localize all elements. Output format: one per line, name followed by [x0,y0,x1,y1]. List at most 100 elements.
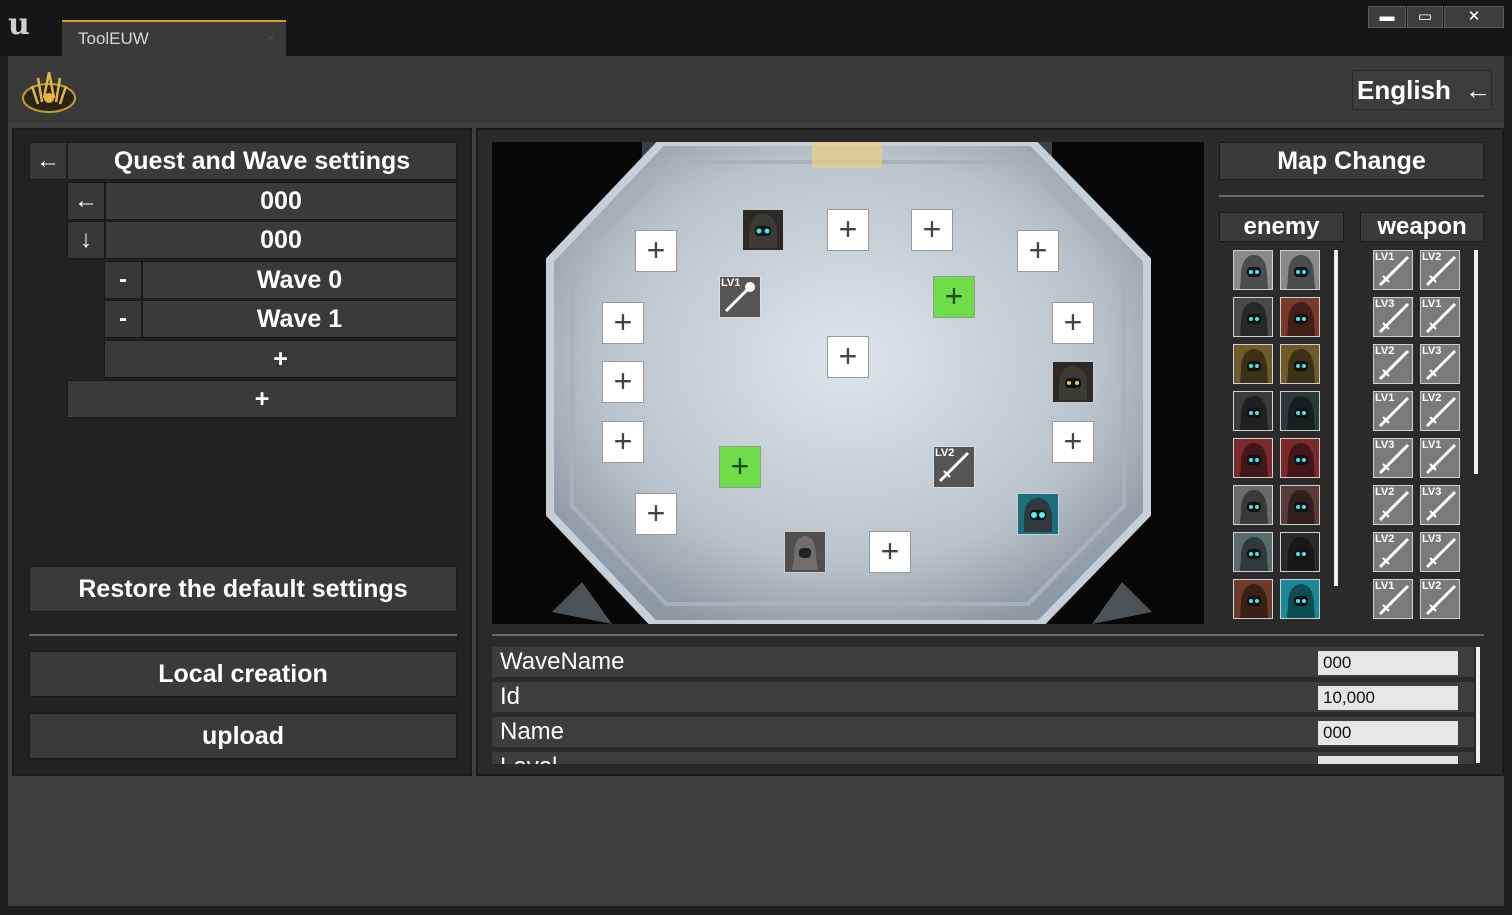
local-creation-button[interactable]: Local creation [29,651,457,697]
property-row-id: Id 10,000 [492,682,1474,712]
empty-slot[interactable]: + [827,336,869,378]
weapon-level: LV2 [1422,580,1442,592]
empty-slot[interactable]: + [635,230,677,272]
weapon-level: LV3 [1375,298,1395,310]
enemy-thumbnail[interactable] [1233,485,1273,525]
map-view[interactable]: + + + + LV1 + + + + + + + + LV2 + + [492,142,1204,624]
map-change-button[interactable]: Map Change [1219,142,1484,180]
upload-button[interactable]: upload [29,713,457,759]
hooded-enemy-icon [1287,490,1315,524]
weapon-thumbnail[interactable]: LV1 [1373,250,1413,290]
sub-quest-item[interactable]: 000 [105,221,457,259]
enemy-thumbnail[interactable] [1233,579,1273,619]
enemy-thumbnail[interactable] [1233,391,1273,431]
hooded-enemy-icon [1240,490,1268,524]
empty-slot[interactable]: + [635,493,677,535]
empty-slot[interactable]: + [1052,421,1094,463]
add-wave-button[interactable]: + [104,340,457,378]
add-quest-button[interactable]: + [67,380,457,418]
restore-defaults-button[interactable]: Restore the default settings [29,566,457,612]
tab-tooleuw[interactable]: ToolEUW × [62,20,286,56]
language-select[interactable]: English ← [1352,70,1492,110]
empty-slot[interactable]: + [1017,230,1059,272]
enemy-thumbnail[interactable] [1280,438,1320,478]
sword-icon [1421,490,1459,524]
weapon-thumbnail[interactable]: LV3 [1420,485,1460,525]
weapon-thumbnail[interactable]: LV2 [1373,532,1413,572]
empty-slot[interactable]: + [602,421,644,463]
wavename-field[interactable]: 000 [1318,651,1458,675]
enemy-slot[interactable] [1052,361,1094,403]
enemy-thumbnail[interactable] [1233,297,1273,337]
empty-slot[interactable]: + [911,209,953,251]
name-field[interactable]: 000 [1318,721,1458,745]
weapon-slot[interactable]: LV1 [719,276,761,318]
title-bar: u ToolEUW × ▬ ▭ ✕ [0,0,1512,56]
collapse-arrow-icon[interactable]: ← [29,142,67,180]
divider [492,634,1484,636]
quest-wave-settings-header[interactable]: Quest and Wave settings [67,142,457,180]
remove-wave-button[interactable]: - [104,261,142,299]
weapon-thumbnail[interactable]: LV1 [1420,297,1460,337]
sword-icon [1374,255,1412,289]
sword-icon [1374,302,1412,336]
weapon-scrollbar[interactable] [1474,250,1478,474]
empty-slot[interactable]: + [602,302,644,344]
weapon-thumbnail[interactable]: LV1 [1420,438,1460,478]
divider [1219,195,1484,197]
weapon-thumbnail[interactable]: LV1 [1373,579,1413,619]
enemy-thumbnail[interactable] [1233,344,1273,384]
wave-item[interactable]: Wave 0 [142,261,457,299]
enemy-thumbnail[interactable] [1233,438,1273,478]
enemy-slot[interactable] [784,531,826,573]
quest-item[interactable]: 000 [105,182,457,220]
enemy-thumbnail[interactable] [1280,250,1320,290]
enemy-thumbnail[interactable] [1280,344,1320,384]
minimize-button[interactable]: ▬ [1368,6,1406,28]
weapon-thumbnail[interactable]: LV2 [1420,250,1460,290]
hooded-enemy-icon [1287,349,1315,383]
weapon-thumbnail[interactable]: LV1 [1373,391,1413,431]
weapon-thumbnail[interactable]: LV2 [1420,579,1460,619]
empty-slot[interactable]: + [602,361,644,403]
level-field[interactable] [1318,756,1458,764]
close-window-button[interactable]: ✕ [1444,6,1504,28]
enemy-thumbnail[interactable] [1280,579,1320,619]
divider [29,634,457,636]
enemy-thumbnail[interactable] [1280,532,1320,572]
enemy-slot[interactable] [742,209,784,251]
properties-scrollbar[interactable] [1476,647,1480,763]
quest-arrow-icon[interactable]: ← [67,182,105,220]
empty-slot[interactable]: + [827,209,869,251]
weapon-level: LV2 [1375,486,1395,498]
weapon-thumbnail[interactable]: LV3 [1420,532,1460,572]
enemy-thumbnail[interactable] [1280,297,1320,337]
enemy-thumbnail[interactable] [1233,532,1273,572]
weapon-thumbnail[interactable]: LV3 [1373,297,1413,337]
property-row-name: Name 000 [492,717,1474,747]
sword-icon [938,451,970,483]
remove-wave-button[interactable]: - [104,300,142,338]
enemy-thumbnail[interactable] [1280,485,1320,525]
weapon-thumbnail[interactable]: LV2 [1420,391,1460,431]
selected-slot[interactable]: + [933,276,975,318]
wave-item[interactable]: Wave 1 [142,300,457,338]
hooded-enemy-icon [1024,498,1052,532]
weapon-thumbnail[interactable]: LV3 [1373,438,1413,478]
enemy-thumbnail[interactable] [1280,391,1320,431]
weapon-thumbnail[interactable]: LV2 [1373,485,1413,525]
empty-slot[interactable]: + [1052,302,1094,344]
maximize-button[interactable]: ▭ [1407,6,1443,28]
weapon-thumbnail[interactable]: LV3 [1420,344,1460,384]
empty-slot[interactable]: + [869,531,911,573]
enemy-slot[interactable] [1017,493,1059,535]
hooded-enemy-icon [1240,349,1268,383]
id-field[interactable]: 10,000 [1318,686,1458,710]
tab-close-icon[interactable]: × [267,31,274,45]
weapon-thumbnail[interactable]: LV2 [1373,344,1413,384]
weapon-slot[interactable]: LV2 [933,446,975,488]
enemy-thumbnail[interactable] [1233,250,1273,290]
expand-arrow-icon[interactable]: ↓ [67,221,105,259]
enemy-scrollbar[interactable] [1334,250,1338,586]
selected-slot[interactable]: + [719,446,761,488]
